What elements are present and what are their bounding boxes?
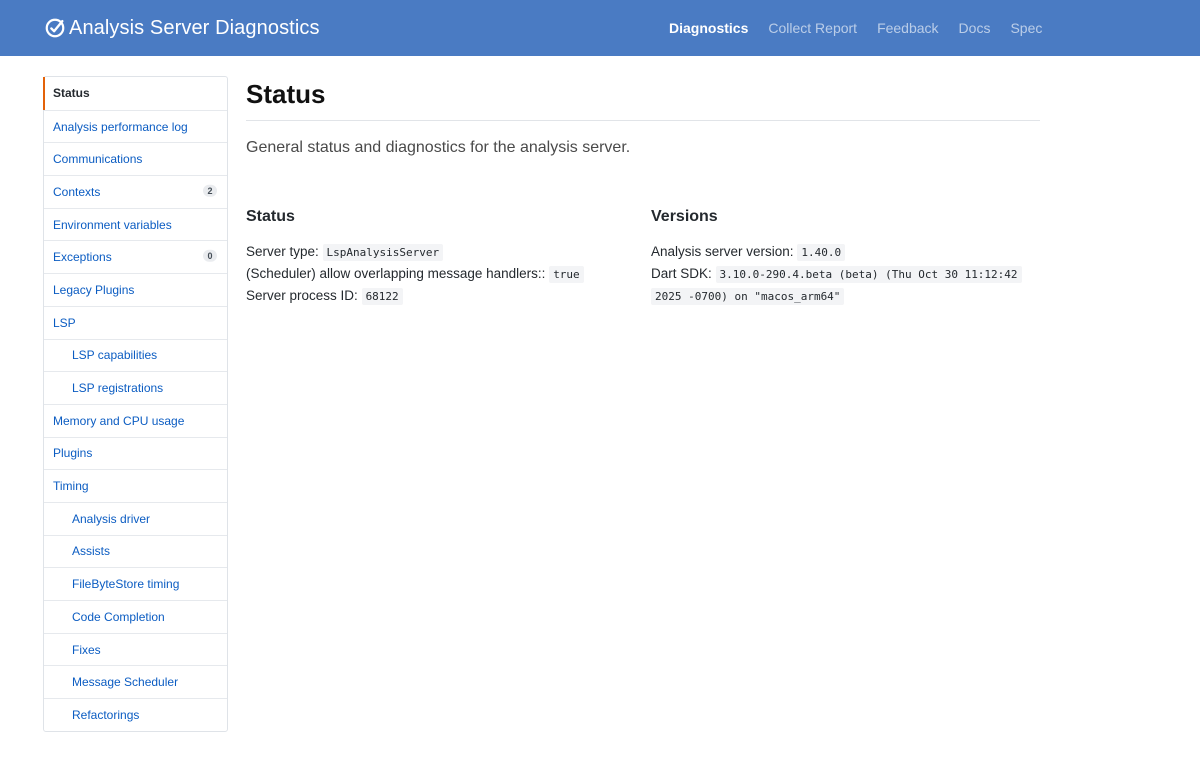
sidebar-item-analysis-performance-log[interactable]: Analysis performance log	[44, 109, 227, 143]
sidebar-item-label: Message Scheduler	[72, 675, 179, 690]
sidebar-item-memory-cpu[interactable]: Memory and CPU usage	[44, 403, 227, 437]
sidebar-item-label: Analysis performance log	[53, 119, 188, 134]
sidebar-item-timing[interactable]: Timing	[44, 469, 227, 502]
server-type-row: Server type: LspAnalysisServer	[246, 241, 651, 263]
info-columns: Status Server type: LspAnalysisServer (S…	[246, 206, 1040, 307]
sidebar-item-analysis-driver[interactable]: Analysis driver	[44, 501, 227, 535]
sidebar-item-contexts[interactable]: Contexts 2	[44, 175, 227, 208]
sidebar-item-label: Assists	[72, 544, 111, 559]
versions-section: Versions Analysis server version: 1.40.0…	[651, 206, 1040, 307]
process-id-label: Server process ID:	[246, 288, 358, 303]
dart-sdk-row: Dart SDK: 3.10.0-290.4.beta (beta) (Thu …	[651, 263, 1040, 307]
sidebar-item-filebytestore-timing[interactable]: FileByteStore timing	[44, 567, 227, 600]
sidebar-item-lsp-capabilities[interactable]: LSP capabilities	[44, 338, 227, 372]
sidebar-item-label: LSP capabilities	[72, 348, 158, 363]
server-version-label: Analysis server version:	[651, 244, 794, 259]
sidebar-item-label: Legacy Plugins	[53, 282, 135, 297]
sidebar-item-label: Communications	[53, 152, 143, 167]
main-content: Status General status and diagnostics fo…	[246, 76, 1040, 305]
page-title: Status	[246, 76, 1040, 121]
nav-collect-report[interactable]: Collect Report	[768, 20, 857, 36]
sidebar-item-label: Timing	[53, 479, 89, 494]
overlap-handlers-row: (Scheduler) allow overlapping message ha…	[246, 263, 651, 285]
sidebar-item-fixes[interactable]: Fixes	[44, 632, 227, 666]
sidebar-item-communications[interactable]: Communications	[44, 142, 227, 175]
sidebar-item-environment-variables[interactable]: Environment variables	[44, 207, 227, 241]
sidebar-item-legacy-plugins[interactable]: Legacy Plugins	[44, 273, 227, 306]
contexts-count-badge: 2	[203, 184, 217, 197]
process-id-value: 68122	[361, 288, 403, 305]
sidebar-item-label: Fixes	[72, 642, 101, 657]
sidebar-item-label: Analysis driver	[72, 511, 151, 526]
sidebar-item-label: Status	[53, 86, 90, 101]
sidebar-item-label: FileByteStore timing	[72, 577, 180, 592]
nav-docs[interactable]: Docs	[959, 20, 991, 36]
sidebar-item-label: Memory and CPU usage	[53, 413, 185, 428]
nav-diagnostics[interactable]: Diagnostics	[669, 20, 748, 36]
sidebar-item-label: Contexts	[53, 184, 101, 199]
sidebar-item-status[interactable]: Status	[43, 77, 227, 110]
server-type-value: LspAnalysisServer	[322, 244, 444, 261]
sidebar-item-assists[interactable]: Assists	[44, 534, 227, 568]
dart-sdk-label: Dart SDK:	[651, 266, 712, 281]
sidebar-item-label: Refactorings	[72, 707, 140, 722]
process-id-row: Server process ID: 68122	[246, 285, 651, 307]
sidebar-item-message-scheduler[interactable]: Message Scheduler	[44, 665, 227, 698]
server-version-row: Analysis server version: 1.40.0	[651, 241, 1040, 263]
top-nav: Diagnostics Collect Report Feedback Docs…	[669, 0, 1062, 56]
brand-link[interactable]: Analysis Server Diagnostics	[44, 14, 320, 42]
sidebar-item-label: Code Completion	[72, 609, 165, 624]
exceptions-count-badge: 0	[203, 250, 217, 263]
sidebar-item-exceptions[interactable]: Exceptions 0	[44, 240, 227, 273]
page-description: General status and diagnostics for the a…	[246, 139, 631, 156]
versions-heading: Versions	[651, 208, 718, 225]
top-navbar: Analysis Server Diagnostics Diagnostics …	[0, 0, 1200, 56]
gauge-check-icon	[45, 18, 65, 38]
overlap-handlers-value: true	[549, 266, 584, 283]
sidebar-item-code-completion[interactable]: Code Completion	[44, 600, 227, 633]
sidebar-item-label: Plugins	[53, 446, 93, 461]
server-version-value: 1.40.0	[797, 244, 846, 261]
nav-feedback[interactable]: Feedback	[877, 20, 938, 36]
overlap-handlers-label: (Scheduler) allow overlapping message ha…	[246, 266, 546, 281]
sidebar-item-label: Environment variables	[53, 217, 172, 232]
sidebar-item-lsp[interactable]: LSP	[44, 305, 227, 339]
sidebar-item-plugins[interactable]: Plugins	[44, 436, 227, 470]
sidebar-item-refactorings[interactable]: Refactorings	[44, 698, 227, 731]
status-section: Status Server type: LspAnalysisServer (S…	[246, 206, 651, 307]
sidebar-menu: Status Analysis performance log Communic…	[43, 76, 228, 732]
sidebar-item-label: LSP	[53, 315, 76, 330]
status-heading: Status	[246, 208, 295, 225]
sidebar-item-label: Exceptions	[53, 250, 112, 265]
sidebar-item-label: LSP registrations	[72, 381, 164, 396]
server-type-label: Server type:	[246, 244, 319, 259]
nav-spec[interactable]: Spec	[1010, 20, 1042, 36]
sidebar-item-lsp-registrations[interactable]: LSP registrations	[44, 371, 227, 404]
app-title: Analysis Server Diagnostics	[69, 16, 320, 39]
